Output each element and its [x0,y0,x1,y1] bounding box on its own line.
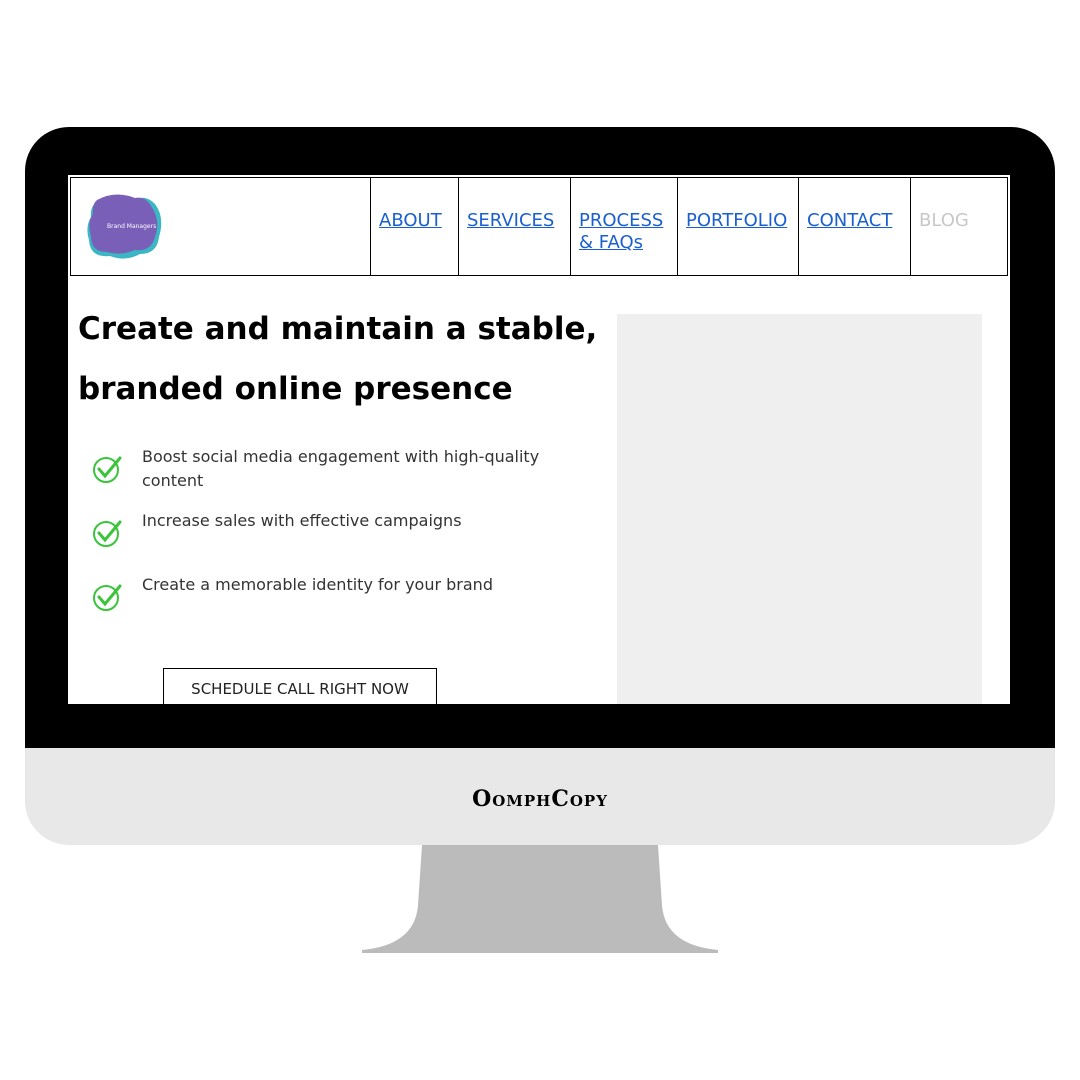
logo-text: Brand Managers [107,223,156,230]
benefit-item: Create a memorable identity for your bra… [92,573,592,612]
nav-cell: PORTFOLIO [677,178,798,275]
benefit-item: Boost social media engagement with high-… [92,445,592,493]
nav-cell: PROCESS & FAQs [570,178,677,275]
nav-link-services[interactable]: SERVICES [467,210,554,231]
nav-cell: ABOUT [370,178,458,275]
nav-link-contact[interactable]: CONTACT [807,210,892,231]
nav-bar: Brand Managers ABOUT SERVICES PROCESS & FA… [70,177,1008,276]
benefit-text: Create a memorable identity for your bra… [142,575,493,594]
schedule-call-button[interactable]: SCHEDULE CALL RIGHT NOW [163,668,437,704]
nav-link-about[interactable]: ABOUT [379,210,442,231]
check-circle-icon [93,456,122,483]
monitor-stand [362,845,718,953]
monitor-brand: OomphCopy [472,786,608,812]
benefit-item: Increase sales with effective campaigns [92,509,592,548]
hero-title: Create and maintain a stable, branded on… [78,311,598,407]
check-circle-icon [93,520,122,547]
logo[interactable]: Brand Managers [71,178,370,275]
check-circle-icon [93,584,122,611]
nav-cell: BLOG [910,178,1007,275]
benefit-text: Increase sales with effective campaigns [142,511,462,530]
website-screen: Brand Managers ABOUT SERVICES PROCESS & FA… [68,175,1010,704]
nav-link-portfolio[interactable]: PORTFOLIO [686,210,787,231]
nav-cell: CONTACT [798,178,910,275]
nav-cell: SERVICES [458,178,570,275]
hero-media-placeholder [617,314,982,704]
nav-link-blog[interactable]: BLOG [919,210,969,231]
benefit-text: Boost social media engagement with high-… [142,447,540,490]
logo-blob-icon: Brand Managers [87,194,162,259]
nav-link-process[interactable]: PROCESS & FAQs [579,210,663,253]
